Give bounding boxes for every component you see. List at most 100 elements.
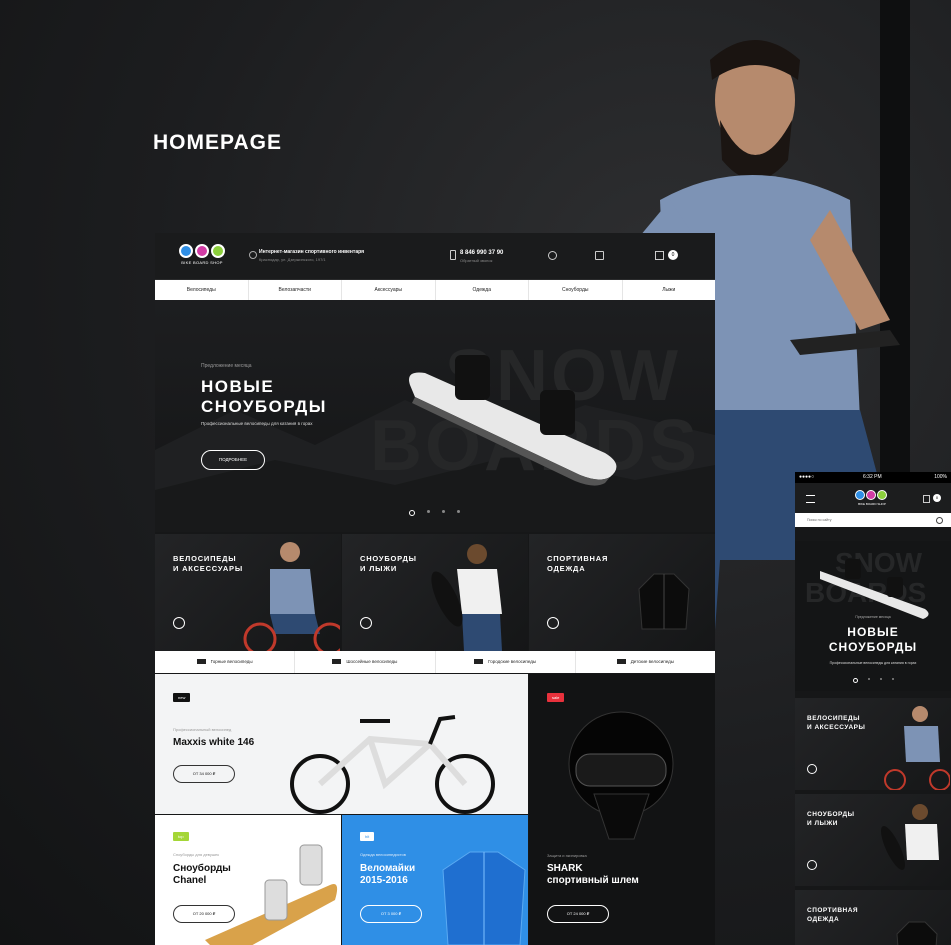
nav-item-accessories[interactable]: Аксессуары bbox=[342, 280, 436, 300]
road-icon bbox=[332, 659, 342, 665]
subnav-item-road[interactable]: Шоссейные велосипеды bbox=[295, 651, 436, 673]
mobile-hero-subtitle: Профессиональные велосипеды для катания … bbox=[829, 661, 917, 665]
subnav-item-city[interactable]: Городские велосипеды bbox=[436, 651, 576, 673]
category-title: ВЕЛОСИПЕДЫ И АКСЕССУАРЫ bbox=[173, 554, 243, 573]
category-title: ВЕЛОСИПЕДЫ И АКСЕССУАРЫ bbox=[807, 715, 866, 731]
nav-item-clothing[interactable]: Одежда bbox=[436, 280, 529, 300]
mountain-icon bbox=[196, 659, 206, 665]
category-tiles: ВЕЛОСИПЕДЫ И АКСЕССУАРЫ СНОУБОРДЫ И ЛЫЖИ… bbox=[155, 534, 715, 651]
arrow-right-icon[interactable] bbox=[173, 617, 185, 629]
category-title: СПОРТИВНАЯ ОДЕЖДА bbox=[807, 907, 859, 923]
slider-dot-active[interactable] bbox=[853, 678, 858, 683]
status-bar: ●●●●○ 6:32 PM 100% bbox=[795, 472, 951, 483]
lock-icon[interactable] bbox=[595, 251, 604, 260]
slider-dot[interactable] bbox=[442, 510, 445, 513]
subnav-item-mountain[interactable]: Горные велосипеды bbox=[155, 651, 296, 673]
site-header: BIKE BOARD SHOP Интернет-магазин спортив… bbox=[155, 233, 715, 280]
logo-circle-icon bbox=[195, 244, 209, 258]
product-card-snowboard[interactable]: top Сноуборды для девушек Сноуборды Chan… bbox=[155, 815, 341, 945]
product-card-bike[interactable]: new Профессиональный велосипед Maxxis wh… bbox=[155, 674, 528, 814]
subnav-label: Городские велосипеды bbox=[488, 659, 537, 664]
address-title: Интернет-магазин спортивного инвентаря bbox=[259, 249, 365, 255]
mobile-category-bikes[interactable]: ВЕЛОСИПЕДЫ И АКСЕССУАРЫ bbox=[795, 698, 951, 790]
callback-link[interactable]: Обратный звонок bbox=[460, 258, 503, 263]
category-bikes-image bbox=[884, 706, 950, 790]
snowboard-image bbox=[820, 559, 929, 619]
category-tile-clothing[interactable]: СПОРТИВНАЯ ОДЕЖДА bbox=[529, 534, 715, 651]
category-tile-snowboards[interactable]: СНОУБОРДЫ И ЛЫЖИ bbox=[342, 534, 528, 651]
subnav-label: Шоссейные велосипеды bbox=[346, 659, 398, 664]
arrow-right-icon[interactable] bbox=[360, 617, 372, 629]
mobile-hero-title: НОВЫЕ СНОУБОРДЫ bbox=[828, 625, 918, 654]
product-card-helmet[interactable]: sale Защита и экипировка SHARK спортивны… bbox=[529, 674, 715, 945]
bike-image bbox=[290, 715, 495, 814]
address-text: Краснодар, ул. Дзержинского, 197/1 bbox=[259, 257, 326, 262]
phone-block: 8 846 990 37 90 Обратный звонок bbox=[450, 250, 503, 263]
helmet-image bbox=[568, 711, 674, 840]
site-logo[interactable]: BIKE BOARD SHOP bbox=[177, 244, 227, 265]
nav-item-bikes[interactable]: Велосипеды bbox=[155, 280, 249, 300]
menu-icon[interactable] bbox=[806, 495, 815, 503]
search-icon[interactable] bbox=[936, 517, 943, 524]
mobile-header: BIKE BOARD SHOP 0 bbox=[795, 483, 951, 513]
badge-new: new bbox=[173, 693, 191, 702]
hero-slider: SNOW BOARDS Предложение месяца НОВЫЕ СНО… bbox=[155, 300, 715, 532]
mobile-logo[interactable] bbox=[855, 490, 887, 500]
category-title: СНОУБОРДЫ И ЛЫЖИ bbox=[807, 811, 855, 827]
product-name: SHARK спортивный шлем bbox=[547, 863, 639, 886]
page-label: HOMEPAGE bbox=[153, 131, 282, 154]
slider-dot[interactable] bbox=[427, 510, 430, 513]
mobile-logo-text: BIKE BOARD SHOP bbox=[858, 502, 886, 506]
location-pin-icon bbox=[249, 251, 257, 259]
logo-circle-icon bbox=[211, 244, 225, 258]
subnav-label: Детские велосипеды bbox=[630, 659, 674, 664]
category-snowboards-image bbox=[431, 544, 502, 651]
mobile-mockup: ●●●●○ 6:32 PM 100% BIKE BOARD SHOP 0 Пои… bbox=[795, 472, 951, 945]
phone-number[interactable]: 8 846 990 37 90 bbox=[460, 250, 503, 256]
slider-dot[interactable] bbox=[892, 678, 894, 680]
subnav-item-kids[interactable]: Детские велосипеды bbox=[576, 651, 715, 673]
category-snowboards-image bbox=[881, 804, 939, 870]
mobile-search[interactable]: Поиск по сайту bbox=[795, 513, 951, 527]
arrow-right-icon[interactable] bbox=[547, 617, 559, 629]
arrow-right-icon[interactable] bbox=[807, 764, 817, 774]
product-name: Веломайки 2015-2016 bbox=[360, 863, 416, 886]
main-nav: Велосипеды Велозапчасти Аксессуары Одежд… bbox=[155, 280, 715, 300]
nav-item-snowboards[interactable]: Сноуборды bbox=[529, 280, 623, 300]
category-title: СПОРТИВНАЯ ОДЕЖДА bbox=[547, 554, 609, 573]
cart-icon[interactable] bbox=[923, 495, 930, 503]
product-card-jersey[interactable]: hit Одежда велосипедистов Веломайки 2015… bbox=[342, 815, 528, 945]
cart-count-badge: 0 bbox=[668, 250, 678, 260]
slider-dot[interactable] bbox=[880, 678, 882, 680]
mobile-slider-dots bbox=[853, 678, 894, 683]
product-price-button[interactable]: ОТ 3 000 ₽ bbox=[360, 905, 422, 923]
product-price-button[interactable]: ОТ 24 000 ₽ bbox=[547, 905, 609, 923]
badge-hit: hit bbox=[360, 832, 375, 841]
nav-item-bike-parts[interactable]: Велозапчасти bbox=[249, 280, 342, 300]
search-icon[interactable] bbox=[548, 251, 557, 260]
nav-item-skis[interactable]: Лыжи bbox=[623, 280, 716, 300]
badge-sale: sale bbox=[547, 693, 565, 702]
slider-dot[interactable] bbox=[868, 678, 870, 680]
snowboard-image bbox=[409, 355, 617, 486]
arrow-right-icon[interactable] bbox=[807, 860, 817, 870]
logo-circle-icon bbox=[855, 490, 865, 500]
city-icon bbox=[474, 659, 484, 665]
slider-more-button[interactable]: ПОДРОБНЕЕ bbox=[201, 450, 265, 470]
slider-dot-active[interactable] bbox=[409, 510, 415, 516]
category-tile-bikes[interactable]: ВЕЛОСИПЕДЫ И АКСЕССУАРЫ bbox=[155, 534, 341, 651]
logo-circle-icon bbox=[179, 244, 193, 258]
product-kicker: Защита и экипировка bbox=[547, 853, 587, 858]
slider-dot[interactable] bbox=[457, 510, 460, 513]
category-clothing-image bbox=[638, 573, 690, 630]
battery-level: 100% bbox=[934, 474, 947, 480]
slider-title: НОВЫЕ СНОУБОРДЫ bbox=[201, 377, 327, 416]
cart-icon[interactable] bbox=[655, 251, 664, 260]
product-price-button[interactable]: ОТ 34 000 ₽ bbox=[173, 765, 235, 783]
mobile-category-clothing[interactable]: СПОРТИВНАЯ ОДЕЖДА bbox=[795, 890, 951, 945]
mobile-category-snowboards[interactable]: СНОУБОРДЫ И ЛЫЖИ bbox=[795, 794, 951, 886]
subnav-label: Горные велосипеды bbox=[210, 659, 253, 664]
badge-top: top bbox=[173, 832, 189, 841]
slider-dots bbox=[409, 510, 460, 516]
bike-type-nav: Горные велосипеды Шоссейные велосипеды Г… bbox=[155, 651, 715, 673]
